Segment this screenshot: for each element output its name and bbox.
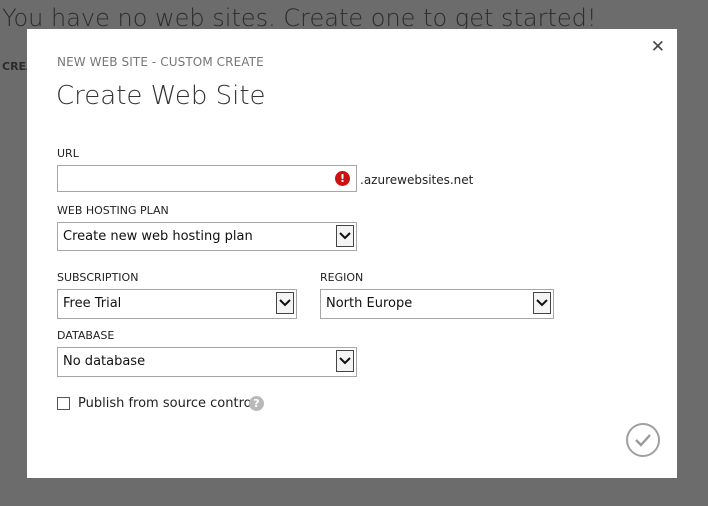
- chevron-down-icon[interactable]: [533, 292, 551, 314]
- page-title: You have no web sites. Create one to get…: [2, 4, 597, 32]
- database-label: DATABASE: [57, 329, 115, 342]
- hosting-plan-select[interactable]: Create new web hosting plan: [57, 222, 357, 251]
- publish-label[interactable]: Publish from source control: [78, 396, 255, 411]
- region-label: REGION: [320, 271, 364, 284]
- dialog-title: Create Web Site: [56, 81, 266, 111]
- help-icon[interactable]: ?: [249, 396, 264, 411]
- close-icon[interactable]: ✕: [651, 39, 665, 56]
- region-select[interactable]: North Europe: [320, 289, 554, 319]
- database-value: No database: [63, 354, 146, 369]
- hosting-plan-label: WEB HOSTING PLAN: [57, 204, 169, 217]
- complete-button[interactable]: [626, 423, 660, 457]
- error-icon: !: [335, 171, 350, 186]
- chevron-down-icon[interactable]: [336, 350, 354, 372]
- publish-checkbox[interactable]: [57, 397, 70, 410]
- url-input[interactable]: [58, 166, 356, 191]
- dialog-eyebrow: NEW WEB SITE - CUSTOM CREATE: [57, 55, 264, 69]
- region-value: North Europe: [326, 296, 413, 311]
- url-field[interactable]: !: [57, 165, 357, 192]
- chevron-down-icon[interactable]: [336, 225, 354, 247]
- subscription-value: Free Trial: [63, 296, 122, 311]
- database-select[interactable]: No database: [57, 347, 357, 377]
- url-suffix: .azurewebsites.net: [360, 173, 474, 187]
- url-label: URL: [57, 147, 79, 160]
- hosting-plan-value: Create new web hosting plan: [63, 229, 253, 244]
- checkmark-icon: [635, 434, 651, 447]
- chevron-down-icon[interactable]: [276, 292, 294, 314]
- subscription-label: SUBSCRIPTION: [57, 271, 139, 284]
- create-web-site-dialog: ✕ NEW WEB SITE - CUSTOM CREATE Create We…: [27, 29, 677, 478]
- subscription-select[interactable]: Free Trial: [57, 289, 297, 319]
